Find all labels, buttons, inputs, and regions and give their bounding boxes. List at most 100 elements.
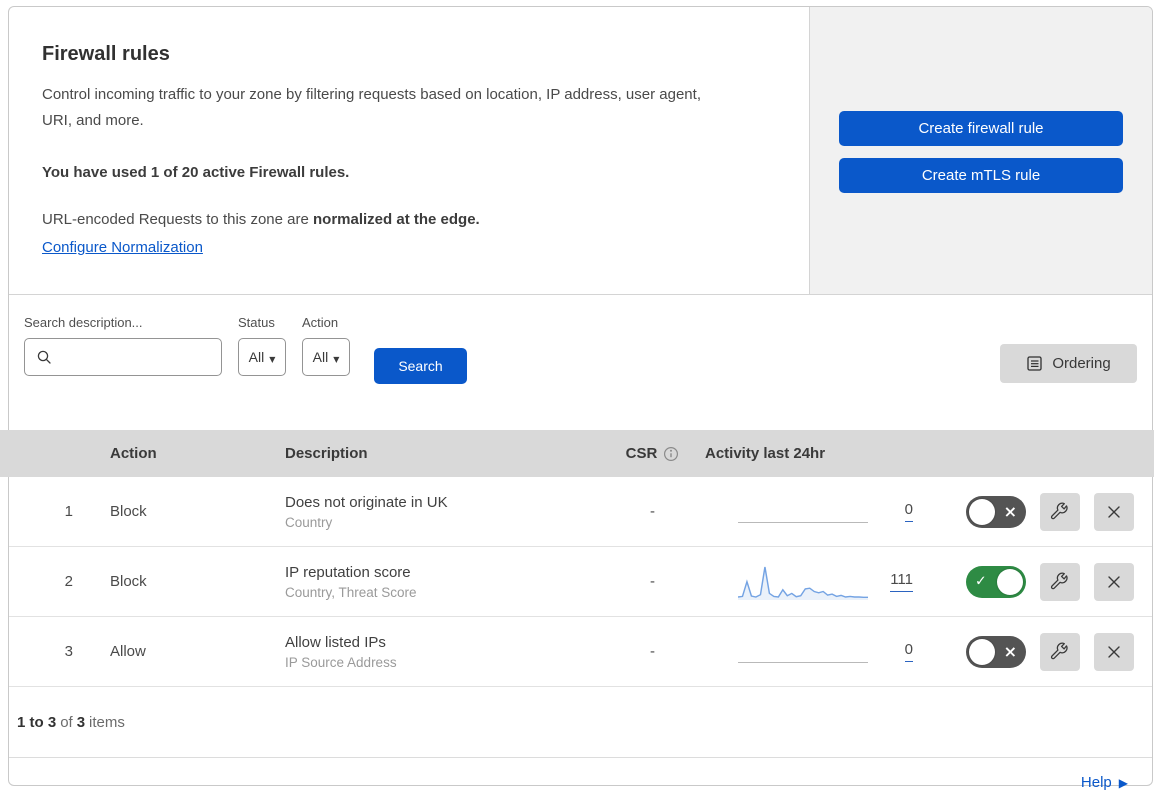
- header-text-card: Firewall rules Control incoming traffic …: [9, 7, 810, 294]
- rule-controls: × ✓: [966, 562, 1134, 601]
- range-text: 1 to 3: [17, 713, 57, 731]
- rule-description: Does not originate in UK: [285, 493, 448, 511]
- search-box: [24, 338, 222, 377]
- help-link-label: Help: [1080, 773, 1112, 791]
- rule-csr-value: -: [650, 503, 655, 520]
- close-icon: [1108, 575, 1120, 588]
- rule-action: Block: [110, 573, 147, 590]
- rule-description: Allow listed IPs: [285, 633, 386, 651]
- search-group: Search description...: [24, 315, 222, 377]
- create-mtls-rule-button[interactable]: Create mTLS rule: [839, 158, 1123, 193]
- search-icon: [37, 350, 51, 364]
- action-label: Action: [302, 315, 339, 330]
- activity-flatline: [738, 521, 868, 523]
- search-label: Search description...: [24, 315, 143, 330]
- column-header-action: Action: [110, 445, 157, 462]
- pagination-summary: 1 to 3 of 3 items: [9, 687, 1152, 758]
- firewall-rules-panel: Firewall rules Control incoming traffic …: [0, 6, 1154, 791]
- normalization-note-text: URL-encoded Requests to this zone are: [42, 211, 313, 228]
- of-text: of: [60, 713, 73, 731]
- enabled-toggle[interactable]: × ✓: [966, 565, 1026, 598]
- rule-row: 1 Block Does not originate in UK Country…: [9, 477, 1152, 547]
- status-dropdown[interactable]: All: [238, 338, 286, 376]
- rule-description-cell: IP reputation score Country, Threat Scor…: [285, 564, 605, 600]
- activity-chart-cell: [738, 492, 868, 532]
- activity-sparkline: [738, 566, 868, 600]
- action-dropdown[interactable]: All: [302, 338, 350, 376]
- usage-summary: You have used 1 of 20 active Firewall ru…: [42, 164, 350, 181]
- close-icon: [1108, 505, 1120, 518]
- info-icon[interactable]: [663, 446, 679, 462]
- help-link[interactable]: Help: [1081, 774, 1128, 791]
- column-header-csr: CSR: [605, 445, 700, 462]
- edit-rule-button[interactable]: [1040, 632, 1080, 671]
- wrench-icon: [1050, 502, 1068, 519]
- actions-panel: Create firewall rule Create mTLS rule: [810, 7, 1152, 294]
- toggle-knob: [997, 568, 1023, 595]
- delete-rule-button[interactable]: [1094, 632, 1134, 671]
- action-dropdown-value: All: [312, 349, 329, 365]
- table-header-row: Action Description CSR Activity last 24h…: [0, 430, 1154, 477]
- rule-fields: Country, Threat Score: [285, 584, 417, 600]
- wrench-icon: [1050, 642, 1068, 659]
- help-arrow-icon: [1112, 774, 1128, 791]
- create-firewall-rule-button[interactable]: Create firewall rule: [839, 111, 1123, 146]
- help-bar: Help: [9, 758, 1152, 806]
- rule-controls: × ✓: [966, 632, 1134, 671]
- rule-row: 2 Block IP reputation score Country, Thr…: [9, 547, 1152, 617]
- ordering-list-icon: [1027, 356, 1042, 371]
- rule-priority: 1: [64, 503, 73, 520]
- chevron-down-icon: [269, 349, 275, 365]
- wrench-icon: [1050, 572, 1068, 589]
- column-header-description: Description: [285, 445, 368, 462]
- sparkline-path: [738, 566, 868, 598]
- status-dropdown-value: All: [248, 349, 265, 365]
- normalization-note-bold: normalized at the edge.: [313, 211, 480, 228]
- delete-rule-button[interactable]: [1094, 492, 1134, 531]
- status-label: Status: [238, 315, 275, 330]
- filter-bar: Search description... Status All Action …: [9, 295, 1152, 430]
- rule-csr-value: -: [650, 643, 655, 660]
- enabled-toggle[interactable]: × ✓: [966, 635, 1026, 668]
- search-input[interactable]: [59, 339, 218, 377]
- activity-chart-cell: [738, 562, 868, 602]
- ordering-button-label: Ordering: [1052, 355, 1111, 372]
- edit-rule-button[interactable]: [1040, 492, 1080, 531]
- rule-action: Block: [110, 503, 147, 520]
- rule-description-cell: Allow listed IPs IP Source Address: [285, 634, 605, 670]
- header-section: Firewall rules Control incoming traffic …: [9, 7, 1152, 295]
- rule-controls: × ✓: [966, 492, 1134, 531]
- rule-description: IP reputation score: [285, 563, 411, 581]
- configure-normalization-link[interactable]: Configure Normalization: [42, 239, 203, 256]
- search-button[interactable]: Search: [374, 348, 467, 384]
- delete-rule-button[interactable]: [1094, 562, 1134, 601]
- status-filter-group: Status All: [238, 315, 286, 376]
- activity-count-link[interactable]: 0: [904, 501, 913, 522]
- rule-csr-value: -: [650, 573, 655, 590]
- toggle-x-icon: ×: [1003, 501, 1017, 521]
- activity-chart-cell: [738, 632, 868, 672]
- toggle-knob: [969, 498, 995, 525]
- rule-priority: 2: [64, 573, 73, 590]
- rule-fields: Country: [285, 514, 333, 530]
- close-icon: [1108, 645, 1120, 658]
- enabled-toggle[interactable]: × ✓: [966, 495, 1026, 528]
- activity-flatline: [738, 661, 868, 663]
- rule-action: Allow: [110, 643, 146, 660]
- rule-fields: IP Source Address: [285, 654, 397, 670]
- edit-rule-button[interactable]: [1040, 562, 1080, 601]
- chevron-down-icon: [333, 349, 339, 365]
- activity-count-link[interactable]: 111: [890, 571, 913, 592]
- rule-row: 3 Allow Allow listed IPs IP Source Addre…: [9, 617, 1152, 687]
- ordering-button[interactable]: Ordering: [1000, 344, 1137, 383]
- rule-priority: 3: [64, 643, 73, 660]
- activity-count-link[interactable]: 0: [904, 641, 913, 662]
- toggle-knob: [969, 638, 995, 665]
- page-description: Control incoming traffic to your zone by…: [42, 86, 701, 129]
- total-text: 3: [76, 713, 86, 731]
- action-filter-group: Action All: [302, 315, 350, 376]
- items-text: items: [89, 713, 125, 731]
- rule-description-cell: Does not originate in UK Country: [285, 494, 605, 530]
- toggle-check-icon: ✓: [975, 573, 987, 590]
- page-title: Firewall rules: [42, 43, 170, 65]
